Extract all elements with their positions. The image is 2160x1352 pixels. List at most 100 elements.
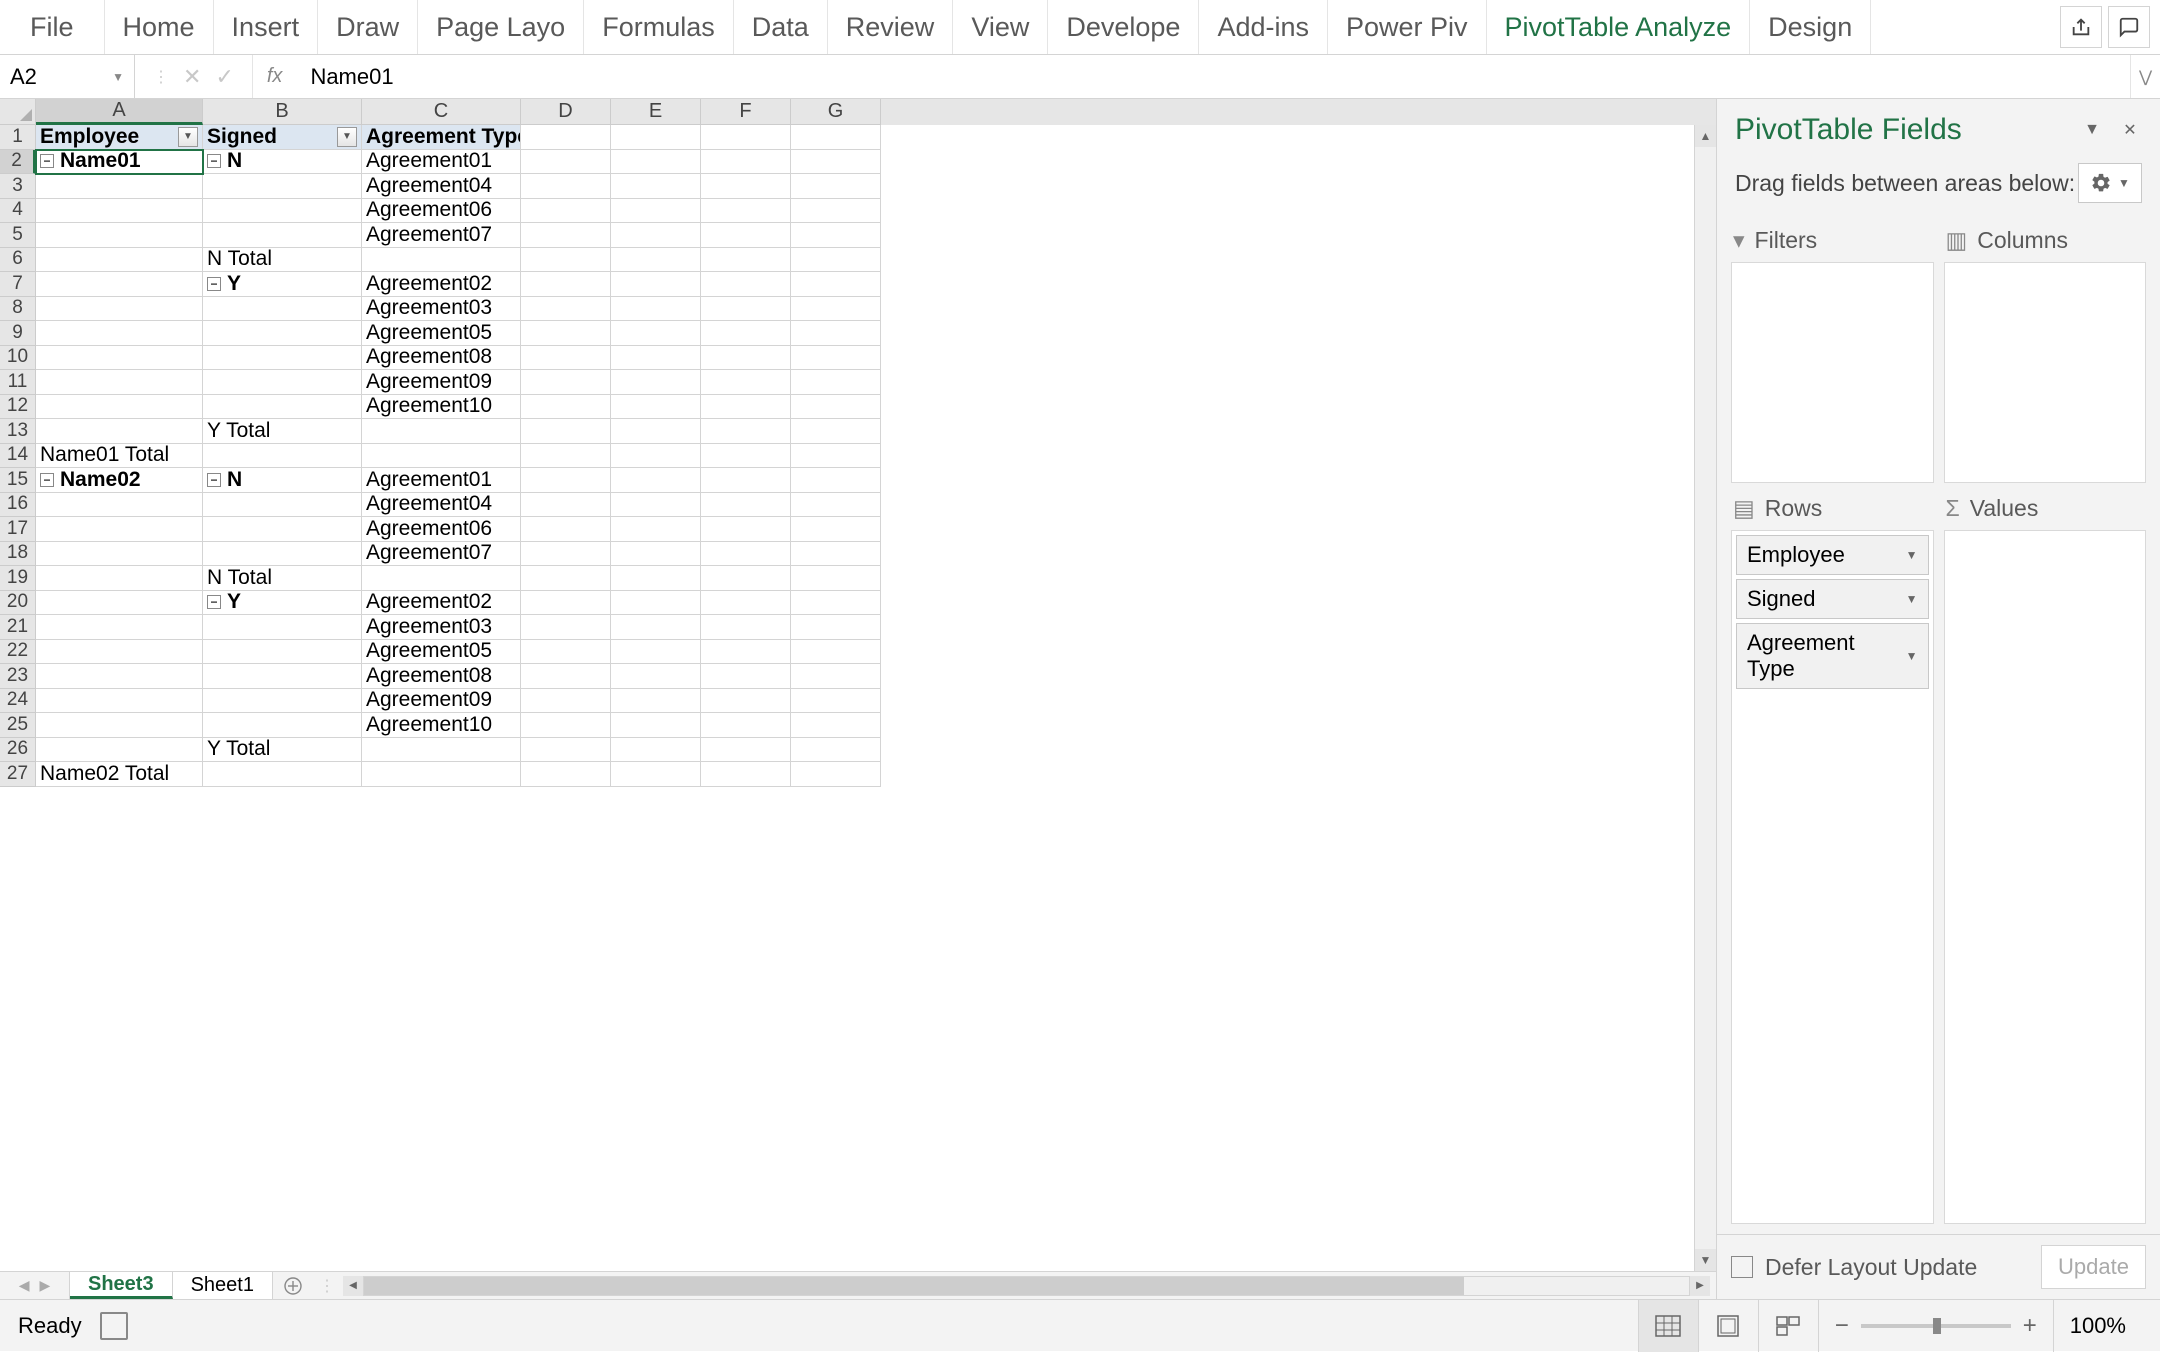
cell[interactable] <box>36 493 203 518</box>
column-header[interactable]: F <box>701 99 791 125</box>
cell[interactable]: Agreement03 <box>362 297 521 322</box>
ribbon-tab-design[interactable]: Design <box>1750 0 1871 54</box>
name-box[interactable]: A2 ▼ <box>0 55 135 98</box>
row-header[interactable]: 25 <box>0 713 36 738</box>
cell[interactable] <box>203 689 362 714</box>
column-header[interactable]: B <box>203 99 362 125</box>
cell[interactable] <box>791 321 881 346</box>
cell[interactable] <box>701 419 791 444</box>
ribbon-tab-page-layo[interactable]: Page Layo <box>418 0 584 54</box>
cell[interactable] <box>701 150 791 175</box>
cell[interactable] <box>701 493 791 518</box>
chevron-down-icon[interactable]: ▼ <box>1906 548 1918 562</box>
cell[interactable]: Y Total <box>203 738 362 763</box>
cell[interactable] <box>521 566 611 591</box>
row-header[interactable]: 1 <box>0 125 36 150</box>
cell[interactable]: N Total <box>203 248 362 273</box>
cell[interactable] <box>203 615 362 640</box>
cell[interactable]: −N <box>203 468 362 493</box>
cell[interactable] <box>611 640 701 665</box>
hscroll-grip-icon[interactable]: ⋮ <box>319 1276 343 1296</box>
cell[interactable]: Agreement08 <box>362 346 521 371</box>
cell[interactable] <box>36 591 203 616</box>
cell[interactable] <box>701 395 791 420</box>
update-button[interactable]: Update <box>2041 1245 2146 1289</box>
name-box-dropdown-icon[interactable]: ▼ <box>112 70 124 84</box>
cell[interactable] <box>791 125 881 150</box>
cell[interactable] <box>791 713 881 738</box>
cell[interactable] <box>203 444 362 469</box>
row-header[interactable]: 26 <box>0 738 36 763</box>
cell[interactable]: Agreement05 <box>362 640 521 665</box>
cell[interactable] <box>611 762 701 787</box>
cell[interactable] <box>203 762 362 787</box>
cell[interactable] <box>521 738 611 763</box>
cell[interactable] <box>611 493 701 518</box>
row-header[interactable]: 18 <box>0 542 36 567</box>
cell[interactable] <box>203 370 362 395</box>
cell[interactable] <box>203 297 362 322</box>
cell[interactable] <box>611 248 701 273</box>
cell[interactable] <box>203 223 362 248</box>
cell[interactable]: Agreement06 <box>362 517 521 542</box>
cell[interactable] <box>521 419 611 444</box>
cell[interactable] <box>611 566 701 591</box>
cell[interactable] <box>791 150 881 175</box>
cell[interactable] <box>791 591 881 616</box>
row-header[interactable]: 21 <box>0 615 36 640</box>
filter-dropdown-icon[interactable]: ▼ <box>178 127 198 147</box>
cell[interactable]: Agreement02 <box>362 591 521 616</box>
cell[interactable] <box>701 248 791 273</box>
values-dropzone[interactable] <box>1944 530 2147 1224</box>
cell[interactable]: Agreement05 <box>362 321 521 346</box>
cell[interactable] <box>611 321 701 346</box>
cell[interactable] <box>521 395 611 420</box>
row-header[interactable]: 4 <box>0 199 36 224</box>
ribbon-tab-develope[interactable]: Develope <box>1048 0 1199 54</box>
cell[interactable] <box>521 272 611 297</box>
cell[interactable] <box>611 346 701 371</box>
cell[interactable] <box>701 591 791 616</box>
cell[interactable] <box>611 174 701 199</box>
cell[interactable] <box>521 713 611 738</box>
cell[interactable]: Agreement10 <box>362 395 521 420</box>
cell[interactable] <box>521 493 611 518</box>
cell[interactable] <box>791 370 881 395</box>
cell[interactable]: N Total <box>203 566 362 591</box>
cell[interactable] <box>362 762 521 787</box>
page-layout-view-button[interactable] <box>1698 1300 1758 1352</box>
sheet-nav-next-icon[interactable]: ▶ <box>40 1277 51 1294</box>
ribbon-tab-pivottable-analyze[interactable]: PivotTable Analyze <box>1487 0 1751 54</box>
cell[interactable] <box>36 566 203 591</box>
hscroll-right-icon[interactable]: ▶ <box>1690 1276 1710 1296</box>
cell[interactable] <box>701 223 791 248</box>
cell[interactable] <box>521 248 611 273</box>
cell[interactable] <box>611 542 701 567</box>
cell[interactable]: Agreement03 <box>362 615 521 640</box>
cell[interactable] <box>701 689 791 714</box>
cell[interactable] <box>36 395 203 420</box>
ribbon-tab-view[interactable]: View <box>953 0 1048 54</box>
cell[interactable] <box>36 248 203 273</box>
cell[interactable]: −Name02 <box>36 468 203 493</box>
cell[interactable] <box>701 713 791 738</box>
hscroll-thumb[interactable] <box>364 1277 1464 1295</box>
cell[interactable]: Name02 Total <box>36 762 203 787</box>
cell[interactable] <box>701 444 791 469</box>
pane-close-icon[interactable]: ✕ <box>2118 118 2142 142</box>
rows-dropzone[interactable]: Employee▼Signed▼Agreement Type▼ <box>1731 530 1934 1224</box>
cell[interactable] <box>701 640 791 665</box>
cell[interactable]: Agreement04 <box>362 174 521 199</box>
field-chip[interactable]: Signed▼ <box>1736 579 1929 619</box>
cell[interactable] <box>203 321 362 346</box>
cell[interactable] <box>36 664 203 689</box>
row-header[interactable]: 15 <box>0 468 36 493</box>
column-header[interactable]: E <box>611 99 701 125</box>
row-header[interactable]: 5 <box>0 223 36 248</box>
zoom-thumb[interactable] <box>1933 1318 1941 1334</box>
cell[interactable] <box>521 640 611 665</box>
cell[interactable] <box>611 689 701 714</box>
cell[interactable] <box>362 566 521 591</box>
enter-formula-icon[interactable]: ✓ <box>215 64 233 90</box>
cell[interactable]: −Y <box>203 272 362 297</box>
